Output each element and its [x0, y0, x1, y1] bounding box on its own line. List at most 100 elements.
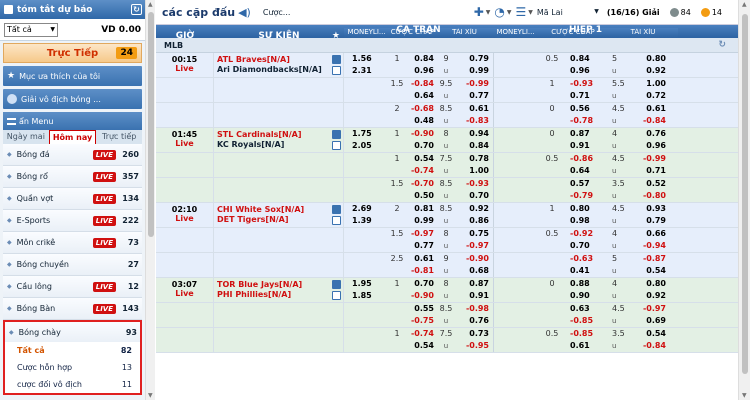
odds-value[interactable]: 0.70: [405, 140, 434, 152]
stats-icon[interactable]: [332, 141, 341, 150]
odds-value[interactable]: -0.85: [570, 315, 608, 327]
odds-value[interactable]: -0.75: [405, 315, 434, 327]
odds-value[interactable]: 0.93: [636, 203, 666, 215]
plus-icon[interactable]: ✚: [474, 5, 484, 19]
odds-value[interactable]: 0.57: [570, 178, 608, 190]
odds-value[interactable]: 0.77: [405, 240, 434, 252]
odds-value[interactable]: 0.92: [636, 65, 666, 77]
odds-value[interactable]: 0.76: [636, 128, 666, 140]
odds-value[interactable]: 1.75: [352, 128, 389, 140]
live-button[interactable]: Trực Tiếp 24: [3, 43, 142, 63]
odds-value[interactable]: -0.99: [636, 153, 666, 165]
odds-value[interactable]: 0.79: [636, 215, 666, 227]
odds-value[interactable]: 0.91: [570, 140, 608, 152]
odds-value[interactable]: 0.99: [456, 65, 489, 77]
odds-value[interactable]: 0.54: [636, 265, 666, 277]
odds-value[interactable]: 1.00: [636, 78, 666, 90]
odds-value[interactable]: 0.54: [405, 153, 434, 165]
odds-value[interactable]: -0.84: [636, 340, 666, 352]
sport-item[interactable]: ◆ Bóng Bàn LIVE 143: [3, 298, 142, 320]
odds-value[interactable]: -0.79: [570, 190, 608, 202]
bet-selector[interactable]: Cược...: [263, 8, 291, 17]
odds-value[interactable]: 0.63: [570, 303, 608, 315]
odds-value[interactable]: 0.96: [405, 65, 434, 77]
stats-icon[interactable]: [332, 66, 341, 75]
odds-value[interactable]: -0.78: [570, 115, 608, 127]
odds-value[interactable]: -0.81: [405, 265, 434, 277]
odds-value[interactable]: -0.90: [405, 290, 434, 302]
favorite-star-icon[interactable]: [332, 55, 341, 64]
speaker-icon[interactable]: ◀): [238, 6, 251, 19]
hide-menu-button[interactable]: ẩn Menu: [3, 112, 142, 130]
odds-value[interactable]: 0.78: [456, 153, 489, 165]
sort-icon[interactable]: ☰: [515, 5, 526, 19]
championship-link[interactable]: Giải vô địch bóng ...: [3, 89, 142, 109]
refresh-icon[interactable]: ↻: [131, 4, 142, 15]
odds-value[interactable]: 0.80: [636, 278, 666, 290]
tab-tomorrow[interactable]: Ngày mai: [3, 130, 49, 144]
favorite-star-icon[interactable]: [332, 130, 341, 139]
tab-today[interactable]: Hôm nay: [48, 130, 97, 144]
odds-value[interactable]: -0.86: [570, 153, 608, 165]
odds-value[interactable]: 0.96: [636, 140, 666, 152]
chevron-down-icon[interactable]: ▼: [507, 9, 512, 16]
odds-value[interactable]: 0.84: [456, 140, 489, 152]
main-scrollbar[interactable]: ▲ ▼: [738, 0, 750, 400]
odds-value[interactable]: -0.97: [636, 303, 666, 315]
sport-item[interactable]: ◆ Bóng chuyền 27: [3, 254, 142, 276]
odds-value[interactable]: 0.54: [405, 340, 434, 352]
sport-item[interactable]: ◆ Bóng rổ LIVE 357: [3, 166, 142, 188]
odds-value[interactable]: 0.70: [570, 240, 608, 252]
odds-value[interactable]: 0.79: [456, 53, 489, 65]
odds-value[interactable]: 0.73: [456, 328, 489, 340]
odds-value[interactable]: -0.99: [456, 78, 489, 90]
odds-value[interactable]: 0.88: [570, 278, 608, 290]
favorite-star-icon[interactable]: [332, 205, 341, 214]
odds-value[interactable]: 0.81: [405, 203, 434, 215]
odds-value[interactable]: 0.84: [405, 53, 434, 65]
odds-format-select[interactable]: Mã Lai ▼: [537, 8, 599, 17]
odds-value[interactable]: 0.87: [570, 128, 608, 140]
odds-value[interactable]: 0.64: [570, 165, 608, 177]
odds-value[interactable]: 1.95: [352, 278, 389, 290]
clock-icon[interactable]: ◔: [494, 5, 504, 19]
odds-value[interactable]: 0.80: [570, 203, 608, 215]
sub-item-outright[interactable]: cược đối vô địch 11: [5, 376, 140, 393]
odds-value[interactable]: 2.31: [352, 65, 389, 77]
sport-item[interactable]: ◆ Quần vợt LIVE 134: [3, 188, 142, 210]
count-b[interactable]: 14: [700, 7, 722, 17]
summary-header[interactable]: tóm tắt dự báo ↻: [0, 0, 145, 19]
sport-item[interactable]: ◆ Môn crikê LIVE 73: [3, 232, 142, 254]
stats-icon[interactable]: [332, 216, 341, 225]
sub-item-all[interactable]: Tất cả 82: [5, 342, 140, 359]
tab-live[interactable]: Trực tiếp: [96, 130, 142, 144]
odds-value[interactable]: -0.90: [405, 128, 434, 140]
odds-value[interactable]: 0.94: [456, 128, 489, 140]
scroll-up-icon[interactable]: ▲: [742, 1, 747, 8]
odds-value[interactable]: -0.93: [456, 178, 489, 190]
odds-value[interactable]: -0.92: [570, 228, 608, 240]
odds-value[interactable]: -0.74: [405, 165, 434, 177]
odds-value[interactable]: 0.70: [456, 190, 489, 202]
odds-value[interactable]: 0.87: [456, 278, 489, 290]
odds-value[interactable]: -0.90: [456, 253, 489, 265]
odds-value[interactable]: 2.69: [352, 203, 389, 215]
odds-value[interactable]: -0.83: [456, 115, 489, 127]
odds-value[interactable]: 0.80: [636, 53, 666, 65]
favorite-star-icon[interactable]: [332, 280, 341, 289]
odds-value[interactable]: 0.50: [405, 190, 434, 202]
odds-value[interactable]: -0.93: [570, 78, 608, 90]
odds-value[interactable]: 0.52: [636, 178, 666, 190]
odds-value[interactable]: -0.84: [405, 78, 434, 90]
odds-value[interactable]: 0.72: [636, 90, 666, 102]
odds-value[interactable]: 0.55: [405, 303, 434, 315]
odds-value[interactable]: 0.41: [570, 265, 608, 277]
odds-value[interactable]: 0.70: [405, 278, 434, 290]
favorites-link[interactable]: ★ Mục ưa thích của tôi: [3, 66, 142, 86]
odds-value[interactable]: -0.85: [570, 328, 608, 340]
odds-value[interactable]: 1.39: [352, 215, 389, 227]
odds-value[interactable]: -0.97: [456, 240, 489, 252]
odds-value[interactable]: -0.97: [405, 228, 434, 240]
odds-value[interactable]: -0.80: [636, 190, 666, 202]
odds-value[interactable]: 0.54: [636, 328, 666, 340]
